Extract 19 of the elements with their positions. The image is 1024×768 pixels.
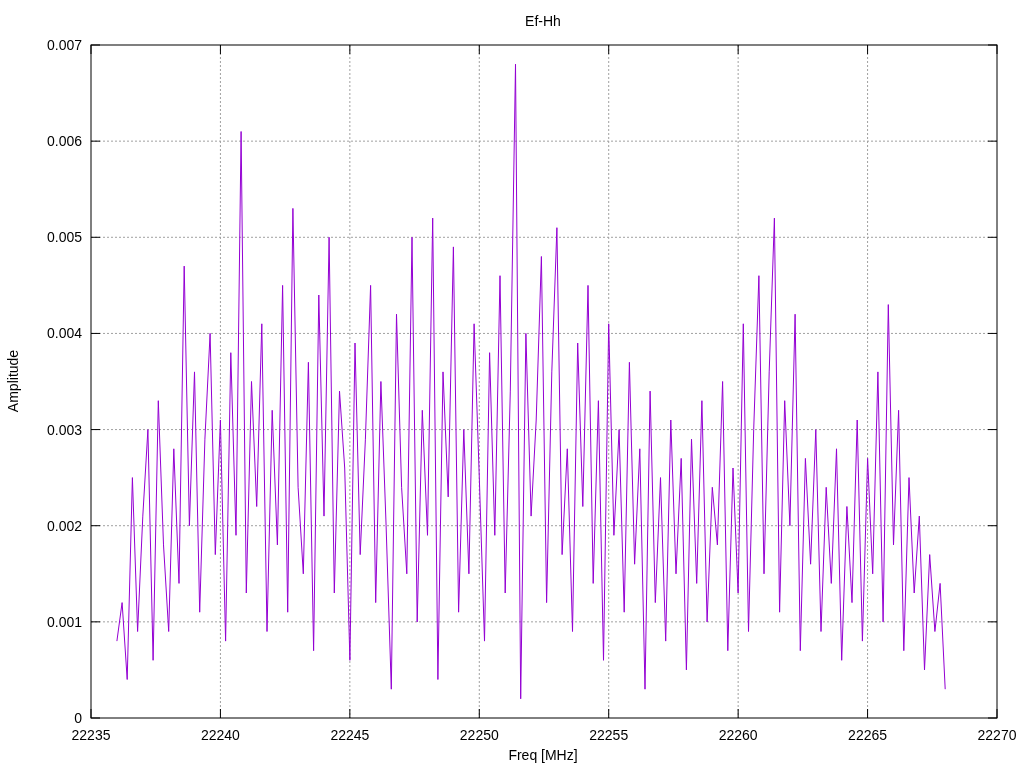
- x-tick-label: 22260: [718, 727, 758, 743]
- y-axis-title: Amplitude: [5, 349, 21, 413]
- y-tick-label: 0.007: [46, 37, 82, 53]
- x-axis-title: Freq [MHz]: [508, 747, 578, 763]
- y-tick-label: 0.004: [46, 325, 82, 342]
- x-tick-label: 22240: [200, 727, 240, 743]
- x-tick-label: 22265: [848, 727, 888, 743]
- x-tick-label: 22245: [330, 727, 370, 743]
- x-tick-label: 22255: [589, 727, 629, 743]
- x-tick-label: 22235: [71, 727, 111, 743]
- y-tick-label: 0.002: [46, 517, 82, 534]
- y-tick-label: 0.001: [46, 613, 82, 630]
- x-tick-label: 22250: [459, 727, 499, 743]
- y-tick-label: 0.005: [46, 229, 82, 246]
- y-tick-label: 0.006: [46, 133, 82, 150]
- y-tick-label: 0: [74, 710, 82, 726]
- x-tick-label: 22270: [977, 727, 1017, 743]
- chart-title: Ef-Hh: [525, 13, 561, 29]
- y-tick-label: 0.003: [46, 421, 82, 438]
